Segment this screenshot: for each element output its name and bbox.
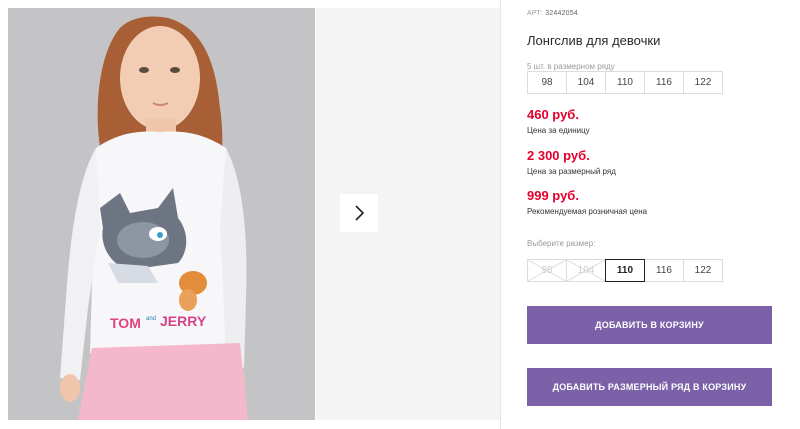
set-size-item: 98	[527, 71, 567, 94]
set-label: 5 шт. в размерном ряду	[527, 62, 615, 71]
size-option-label: 104	[577, 265, 595, 276]
add-set-to-cart-button[interactable]: ДОБАВИТЬ РАЗМЕРНЫЙ РЯД В КОРЗИНУ	[527, 368, 772, 406]
size-option-disabled: 104	[566, 259, 606, 282]
set-size-list: 98 104 110 116 122	[527, 71, 723, 94]
column-divider	[500, 0, 501, 429]
set-size-item: 110	[605, 71, 645, 94]
product-title: Лонгслив для девочки	[527, 33, 661, 48]
next-image-button[interactable]	[340, 194, 378, 232]
add-to-cart-button[interactable]: ДОБАВИТЬ В КОРЗИНУ	[527, 306, 772, 344]
article-line: АРТ: 32442054	[527, 10, 578, 17]
set-size-item: 122	[683, 71, 723, 94]
size-option-selected[interactable]: 110	[605, 259, 645, 282]
unit-price-note: Цена за единицу	[527, 126, 590, 135]
chevron-right-icon	[355, 205, 365, 221]
set-price-note: Цена за размерный ряд	[527, 167, 616, 176]
article-label: АРТ:	[527, 10, 544, 17]
retail-price-note: Рекомендуемая розничная цена	[527, 207, 648, 216]
size-picker: 98 104 110 116 122	[527, 259, 723, 282]
size-option-disabled: 98	[527, 259, 567, 282]
product-photo[interactable]: TOM and JERRY	[8, 8, 315, 420]
print-text-jerry: JERRY	[160, 313, 207, 329]
print-text-and: and	[146, 316, 156, 322]
retail-price: 999 руб.	[527, 188, 579, 203]
size-option-label: 98	[541, 265, 553, 276]
product-page: TOM and JERRY АРТ: 32442054 Лонгслив для…	[0, 0, 800, 429]
size-picker-label: Выберите размер:	[527, 239, 596, 248]
set-price: 2 300 руб.	[527, 148, 590, 163]
girl-in-longsleeve-image: TOM and JERRY	[8, 8, 315, 420]
size-option[interactable]: 116	[644, 259, 684, 282]
set-size-item: 116	[644, 71, 684, 94]
size-option[interactable]: 122	[683, 259, 723, 282]
print-text-tom: TOM	[110, 315, 141, 331]
product-gallery: TOM and JERRY	[0, 0, 500, 429]
unit-price: 460 руб.	[527, 107, 579, 122]
set-size-item: 104	[566, 71, 606, 94]
article-number: 32442054	[545, 10, 578, 17]
